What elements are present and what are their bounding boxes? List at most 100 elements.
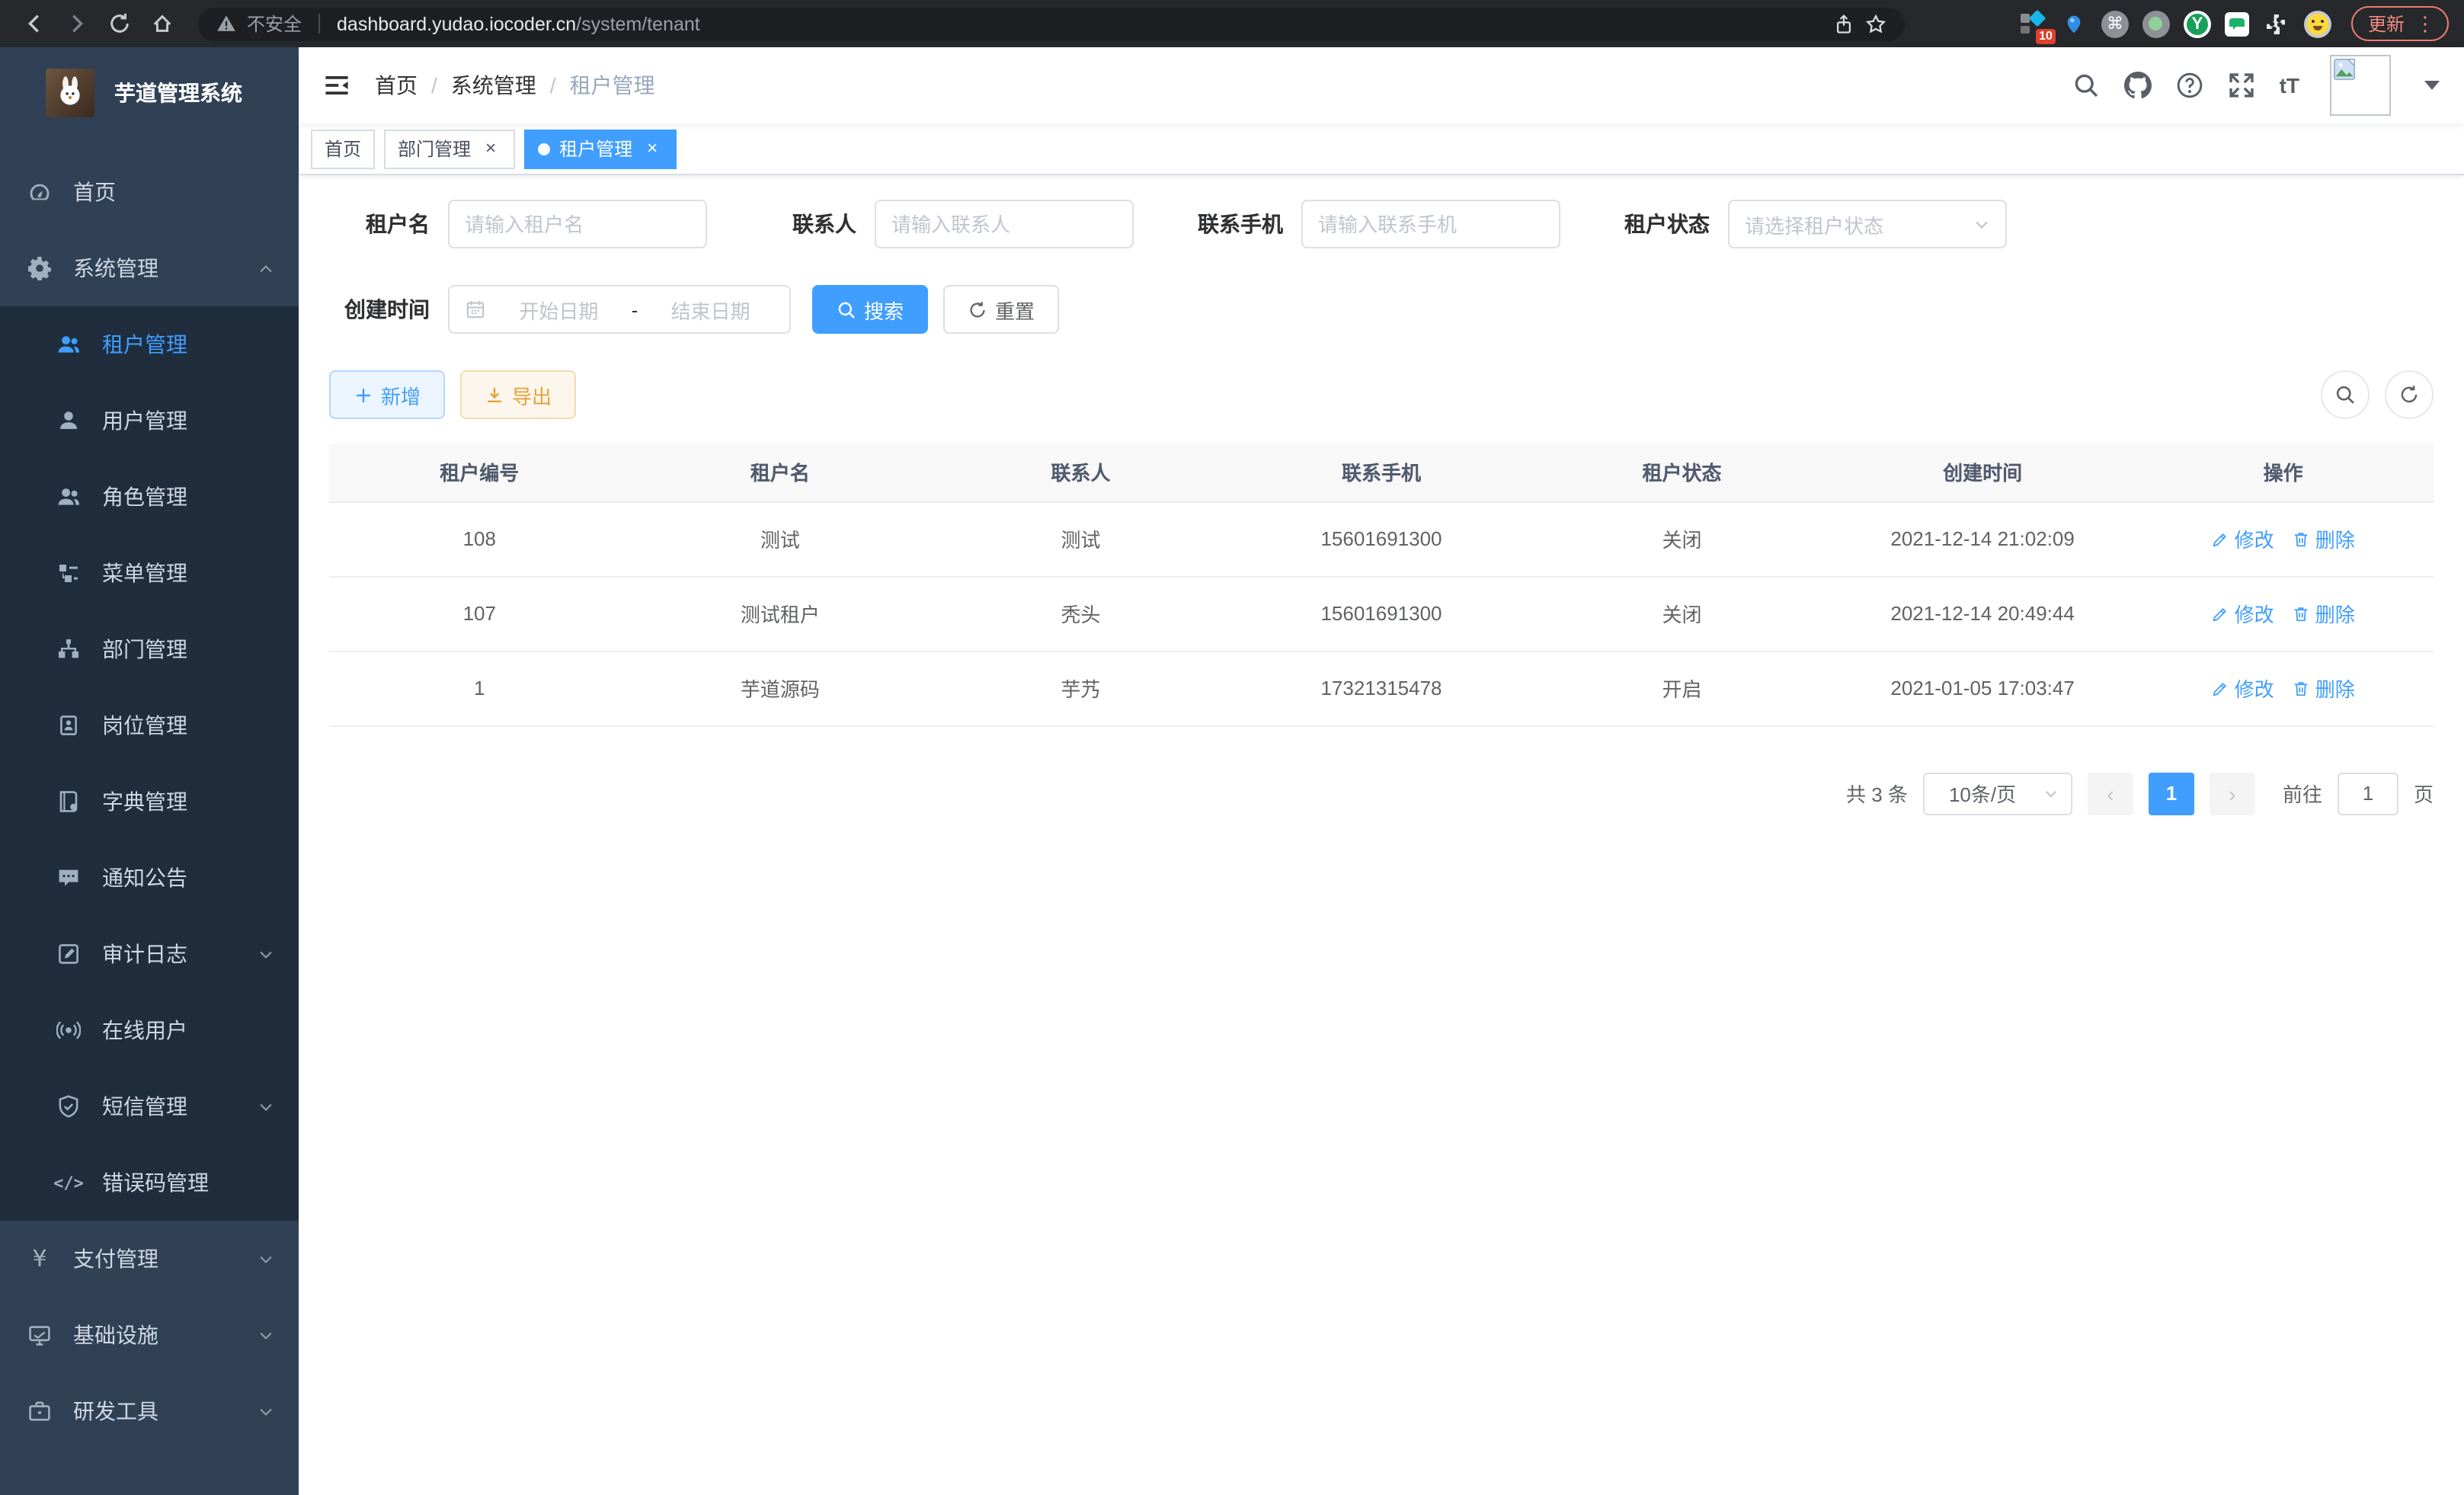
profile-avatar[interactable]	[2304, 10, 2331, 37]
sidebar-menu: 首页 系统管理 租户管理 用户管理 角色管理	[0, 139, 299, 1449]
fullscreen-icon[interactable]	[2228, 72, 2255, 99]
search-icon[interactable]	[2072, 72, 2100, 99]
github-icon[interactable]	[2124, 72, 2152, 99]
sidebar-item-devtools[interactable]: 研发工具	[0, 1373, 299, 1449]
breadcrumb-current: 租户管理	[570, 70, 655, 101]
reset-button[interactable]: 重置	[943, 285, 1059, 334]
pen-icon	[2212, 604, 2230, 623]
delete-link[interactable]: 删除	[2293, 674, 2355, 703]
date-range-picker[interactable]: 开始日期 - 结束日期	[448, 285, 791, 334]
delete-link[interactable]: 删除	[2293, 524, 2355, 553]
pin-extension-icon[interactable]	[2060, 10, 2088, 37]
log-edit-icon	[56, 942, 81, 966]
breadcrumb-home[interactable]: 首页	[375, 70, 418, 101]
extensions-puzzle-icon[interactable]	[2263, 10, 2290, 37]
sidebar-item-roles[interactable]: 角色管理	[0, 459, 299, 535]
tenant-name-label: 租户名	[329, 209, 430, 239]
star-icon[interactable]	[1865, 13, 1886, 34]
goto-page-input[interactable]	[2338, 772, 2398, 815]
table-header-row: 租户编号 租户名 联系人 联系手机 租户状态 创建时间 操作	[329, 443, 2434, 501]
sidebar-item-home[interactable]: 首页	[0, 154, 299, 230]
tab-tenant[interactable]: 租户管理×	[524, 129, 677, 168]
hamburger-icon[interactable]	[323, 72, 350, 99]
sidebar-item-auditlog[interactable]: 审计日志	[0, 916, 299, 992]
status-label: 租户状态	[1609, 209, 1710, 239]
kebab-menu-icon[interactable]: ⋮	[2415, 16, 2435, 31]
current-page-button[interactable]: 1	[2149, 772, 2194, 815]
refresh-button[interactable]	[2385, 370, 2434, 419]
sidebar-item-menus[interactable]: 菜单管理	[0, 535, 299, 611]
sidebar-item-sms[interactable]: 短信管理	[0, 1068, 299, 1144]
sidebar-item-infra[interactable]: 基础设施	[0, 1297, 299, 1373]
sidebar-item-system[interactable]: 系统管理	[0, 230, 299, 306]
tenant-name-input[interactable]	[448, 200, 707, 248]
main-area: 首页 / 系统管理 / 租户管理 tT 首页 部门管	[299, 47, 2464, 1495]
goto-label: 前往	[2283, 779, 2322, 808]
sidebar-item-dict[interactable]: 字典管理	[0, 764, 299, 840]
sidebar-item-depts[interactable]: 部门管理	[0, 611, 299, 687]
next-page-button[interactable]: ›	[2210, 772, 2255, 815]
search-button[interactable]: 搜索	[812, 285, 928, 334]
security-label[interactable]: 不安全	[247, 11, 302, 37]
edit-link[interactable]: 修改	[2212, 599, 2274, 628]
address-bar[interactable]: 不安全 dashboard.yudao.iocoder.cn/system/te…	[198, 7, 1905, 40]
toggle-search-button[interactable]	[2321, 370, 2370, 419]
avatar[interactable]	[2330, 55, 2391, 116]
tab-home[interactable]: 首页	[311, 129, 375, 168]
extension-badge: 10	[2036, 28, 2056, 43]
chevron-down-icon[interactable]	[2424, 81, 2440, 90]
y-extension-icon[interactable]: Y	[2184, 10, 2211, 37]
breadcrumb-system[interactable]: 系统管理	[451, 70, 536, 101]
sidebar-item-notice[interactable]: 通知公告	[0, 840, 299, 916]
chevron-down-icon	[1973, 216, 1990, 232]
help-icon[interactable]	[2176, 72, 2203, 99]
command-extension-icon[interactable]: ⌘	[2101, 10, 2129, 37]
close-icon[interactable]: ×	[642, 138, 663, 159]
edit-link[interactable]: 修改	[2212, 524, 2274, 553]
total-count: 共 3 条	[1846, 779, 1908, 808]
sidebar-item-errorcode[interactable]: </> 错误码管理	[0, 1144, 299, 1221]
recorder-extension-icon[interactable]	[2142, 10, 2170, 37]
tree-table-icon	[56, 561, 81, 585]
status-value: 关闭	[1531, 501, 1832, 576]
add-button[interactable]: 新增	[329, 370, 445, 419]
delete-link[interactable]: 删除	[2293, 599, 2355, 628]
share-icon[interactable]	[1833, 13, 1854, 34]
forward-icon[interactable]	[58, 5, 94, 42]
chrome-update-button[interactable]: 更新⋮	[2351, 6, 2449, 41]
chat-extension-icon[interactable]	[2225, 11, 2249, 36]
chevron-down-icon	[2043, 786, 2059, 801]
sidebar-item-tenant[interactable]: 租户管理	[0, 306, 299, 383]
download-icon	[485, 385, 504, 405]
pen-icon	[2212, 679, 2230, 697]
shield-check-icon	[56, 1094, 81, 1119]
page-size-select[interactable]: 10条/页	[1923, 772, 2072, 815]
sidebar-item-users[interactable]: 用户管理	[0, 383, 299, 459]
status-select[interactable]: 请选择租户状态	[1728, 200, 2007, 248]
extensions-area: 10 ⌘ Y 更新⋮	[2019, 6, 2449, 41]
plus-icon	[354, 385, 373, 405]
back-icon[interactable]	[15, 5, 52, 42]
monitor-icon	[27, 1323, 52, 1347]
chevron-down-icon	[258, 1327, 274, 1343]
tab-dept[interactable]: 部门管理×	[384, 129, 515, 168]
home-icon[interactable]	[143, 5, 180, 42]
edit-link[interactable]: 修改	[2212, 674, 2274, 703]
prev-page-button[interactable]: ‹	[2088, 772, 2133, 815]
divider	[318, 14, 320, 34]
sidebar-item-online-users[interactable]: 在线用户	[0, 992, 299, 1068]
export-button[interactable]: 导出	[460, 370, 576, 419]
mobile-input[interactable]	[1301, 200, 1560, 248]
reload-icon[interactable]	[101, 5, 137, 42]
sidebar-item-payment[interactable]: ¥ 支付管理	[0, 1221, 299, 1297]
blocks-extension-icon[interactable]: 10	[2019, 10, 2046, 37]
mobile-label: 联系手机	[1182, 209, 1283, 239]
font-size-icon[interactable]: tT	[2280, 73, 2299, 98]
browser-toolbar: 不安全 dashboard.yudao.iocoder.cn/system/te…	[0, 0, 2464, 47]
sidebar-item-posts[interactable]: 岗位管理	[0, 687, 299, 764]
contact-input[interactable]	[875, 200, 1134, 248]
close-icon[interactable]: ×	[480, 138, 501, 159]
code-icon: </>	[56, 1170, 81, 1195]
filter-row-2: 创建时间 开始日期 - 结束日期 搜索 重置	[329, 285, 2434, 334]
url-text[interactable]: dashboard.yudao.iocoder.cn/system/tenant	[337, 13, 700, 34]
